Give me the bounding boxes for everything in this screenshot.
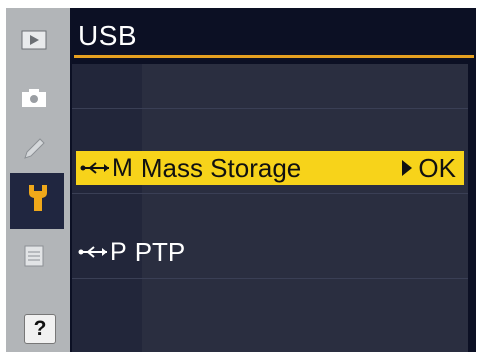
usb-icon (80, 162, 109, 174)
pencil-icon[interactable] (20, 136, 48, 160)
camera-icon[interactable] (20, 86, 48, 110)
mode-code: M (112, 153, 133, 182)
camera-menu-screen: ? USB M Mass Storage OK P PTP (6, 8, 476, 352)
option-label: Mass Storage (140, 152, 302, 183)
title-divider (74, 55, 474, 58)
row-divider (72, 108, 468, 109)
play-icon[interactable] (20, 28, 48, 52)
usb-mode-m: M (80, 154, 133, 183)
option-label: PTP (134, 236, 186, 267)
help-button[interactable]: ? (24, 314, 56, 344)
ptp-option[interactable]: P PTP (74, 236, 185, 268)
confirm-ok-hint[interactable]: OK (402, 151, 456, 185)
row-divider (72, 193, 468, 194)
list-icon[interactable] (20, 244, 48, 268)
usb-mode-p: P (78, 238, 127, 267)
ok-label: OK (418, 152, 456, 183)
menu-sidebar: ? (6, 8, 70, 352)
mode-code: P (110, 237, 127, 266)
usb-icon (78, 246, 107, 258)
page-title: USB (78, 20, 138, 51)
wrench-icon[interactable] (24, 185, 52, 211)
row-divider (72, 278, 468, 279)
mass-storage-option[interactable]: M Mass Storage OK (76, 151, 464, 185)
right-arrow-icon (402, 160, 413, 176)
